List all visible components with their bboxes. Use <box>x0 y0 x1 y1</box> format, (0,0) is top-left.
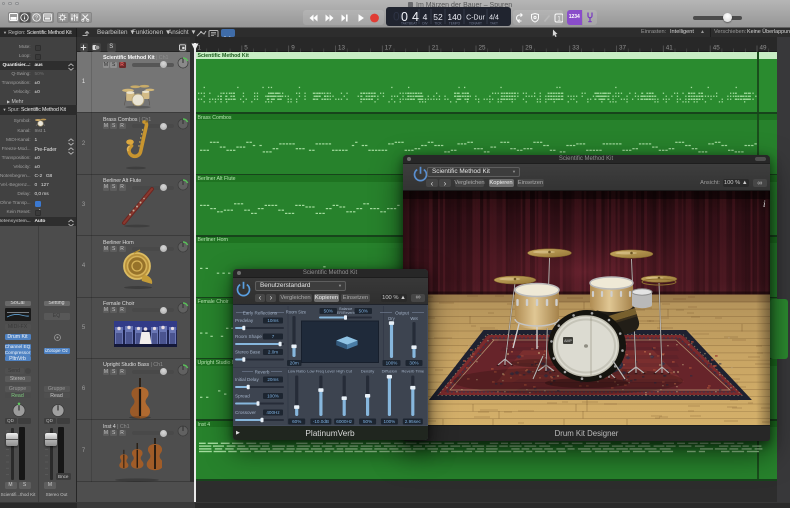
svg-text:Reverb: Reverb <box>255 369 270 374</box>
svg-text:140: 140 <box>447 12 461 22</box>
svg-text:ER/Reverb: ER/Reverb <box>337 311 355 315</box>
svg-text:52: 52 <box>433 12 443 22</box>
svg-text:TEMPO: TEMPO <box>449 22 461 26</box>
svg-text:Density: Density <box>361 369 374 374</box>
svg-text:100%: 100% <box>267 394 279 399</box>
svg-text:Room Size: Room Size <box>286 310 307 315</box>
svg-text:?: ? <box>35 15 38 21</box>
svg-text:TAKT: TAKT <box>490 22 498 26</box>
svg-text:Output: Output <box>395 310 410 315</box>
svg-text:2.0m: 2.0m <box>268 350 278 355</box>
svg-text:4: 4 <box>423 12 428 22</box>
svg-text:10ms: 10ms <box>267 318 279 323</box>
svg-text:Room Shape: Room Shape <box>235 334 262 339</box>
svg-text:Diffusion: Diffusion <box>382 369 398 374</box>
svg-text:-10.0dB: -10.0dB <box>313 419 329 424</box>
svg-text:100%: 100% <box>386 361 398 366</box>
svg-text:DIV: DIV <box>422 22 428 26</box>
svg-text:Early Reflections: Early Reflections <box>243 310 278 315</box>
svg-text:50%: 50% <box>363 419 372 424</box>
svg-text:50%: 50% <box>359 309 368 314</box>
svg-text:Initial Delay: Initial Delay <box>235 377 259 382</box>
svg-text:100%: 100% <box>384 419 396 424</box>
svg-text:Dry: Dry <box>388 316 395 321</box>
svg-text:20ms: 20ms <box>267 377 279 382</box>
svg-text:Spread: Spread <box>235 394 250 399</box>
svg-text:BEAT: BEAT <box>409 22 417 26</box>
svg-text:Crossover: Crossover <box>235 410 256 415</box>
svg-text:Wet: Wet <box>410 316 418 321</box>
svg-text:Reverb Time: Reverb Time <box>401 369 424 374</box>
svg-text:Stereo Base: Stereo Base <box>235 350 261 355</box>
svg-text:TAKT: TAKT <box>401 22 409 26</box>
svg-text:4/4: 4/4 <box>489 15 499 22</box>
svg-text:High Cut: High Cut <box>336 369 352 374</box>
svg-text:TONART: TONART <box>469 22 482 26</box>
svg-text:C-Dur: C-Dur <box>466 15 485 22</box>
svg-text:30%: 30% <box>409 361 418 366</box>
svg-text:2.95sec: 2.95sec <box>405 419 422 424</box>
svg-text:50%: 50% <box>324 309 333 314</box>
svg-text:400Hz: 400Hz <box>266 410 280 415</box>
svg-text:TICK: TICK <box>434 22 442 26</box>
svg-text:20m: 20m <box>290 361 299 366</box>
svg-text:6000Hz: 6000Hz <box>336 419 353 424</box>
svg-text:Low Freq Level: Low Freq Level <box>307 369 334 374</box>
svg-text:Predelay: Predelay <box>235 318 254 323</box>
svg-text:7: 7 <box>272 334 275 339</box>
svg-text:AMP: AMP <box>564 339 572 343</box>
svg-text:60%: 60% <box>292 419 301 424</box>
svg-text:Low Ratio: Low Ratio <box>288 369 307 374</box>
